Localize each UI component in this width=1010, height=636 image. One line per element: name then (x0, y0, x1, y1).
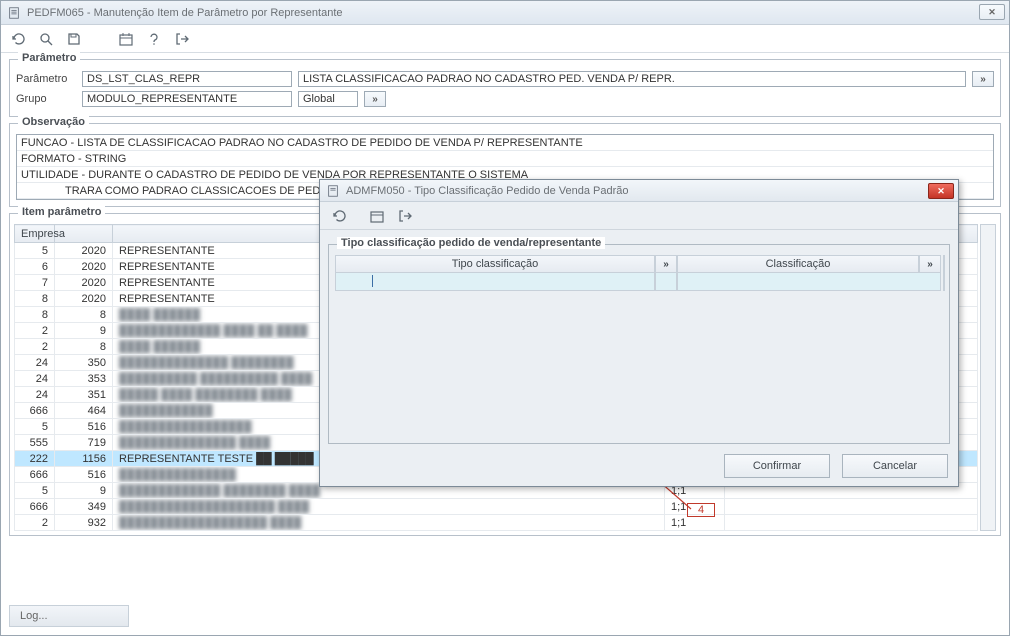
dialog-title: ADMFM050 - Tipo Classificação Pedido de … (346, 185, 629, 197)
grupo-desc-field: Global (298, 91, 358, 107)
parametro-field[interactable]: DS_LST_CLAS_REPR (82, 71, 292, 87)
table-cell: 6 (15, 259, 55, 275)
parametro-group: Parâmetro Parâmetro DS_LST_CLAS_REPR LIS… (9, 59, 1001, 117)
table-cell: 932 (55, 515, 113, 531)
table-cell: 5 (15, 419, 55, 435)
exit-icon[interactable] (396, 207, 414, 225)
main-window: PEDFM065 - Manutenção Item de Parâmetro … (0, 0, 1010, 636)
table-cell: 8 (15, 307, 55, 323)
main-title-bar: PEDFM065 - Manutenção Item de Parâmetro … (1, 1, 1009, 25)
log-button[interactable]: Log... (9, 605, 129, 627)
table-cell (725, 499, 978, 515)
table-cell: 2 (15, 323, 55, 339)
table-cell: 8 (55, 307, 113, 323)
table-cell: 24 (15, 355, 55, 371)
table-cell: 7 (15, 275, 55, 291)
dialog-header-tipo[interactable]: Tipo classificação (335, 255, 655, 273)
close-x-icon: ✕ (988, 7, 996, 18)
table-cell: 464 (55, 403, 113, 419)
dialog-title-bar: ADMFM050 - Tipo Classificação Pedido de … (320, 180, 958, 202)
cancel-button[interactable]: Cancelar (842, 454, 948, 478)
parametro-expand-button[interactable]: » (972, 71, 994, 87)
table-cell: 2020 (55, 275, 113, 291)
table-cell: 351 (55, 387, 113, 403)
search-icon[interactable] (37, 30, 55, 48)
table-cell: 9 (55, 323, 113, 339)
table-cell: 222 (15, 451, 55, 467)
table-cell: 349 (55, 499, 113, 515)
table-cell: 719 (55, 435, 113, 451)
table-cell: 555 (15, 435, 55, 451)
undo-icon[interactable] (9, 30, 27, 48)
table-row[interactable]: 2932███████████████████ ████1;1 (15, 515, 978, 531)
dialog-cell-tipo[interactable] (335, 273, 655, 291)
table-cell: 5 (15, 243, 55, 259)
main-toolbar (1, 25, 1009, 53)
table-cell: 1;1 (665, 499, 725, 515)
undo-icon[interactable] (330, 207, 348, 225)
table-cell: 1;1 (665, 515, 725, 531)
table-cell: 2020 (55, 291, 113, 307)
grid-scrollbar[interactable] (980, 224, 996, 531)
table-cell: 8 (55, 339, 113, 355)
dialog-doc-icon (326, 184, 340, 198)
table-cell: 350 (55, 355, 113, 371)
dialog-cell-expgap (655, 273, 677, 291)
grid-header-empresa: Empresa (15, 225, 55, 243)
table-cell: 24 (15, 387, 55, 403)
table-cell: ████████████████████ ████ (113, 499, 665, 515)
dialog-header-expand-2[interactable]: » (919, 255, 941, 273)
grupo-label: Grupo (16, 93, 76, 105)
window-doc-icon (7, 6, 21, 20)
table-cell: 2020 (55, 259, 113, 275)
dialog-close-button[interactable]: ✕ (928, 183, 954, 199)
parametro-desc-field: LISTA CLASSIFICACAO PADRAO NO CADASTRO P… (298, 71, 966, 87)
table-cell: 516 (55, 467, 113, 483)
table-cell: 5 (15, 483, 55, 499)
table-cell: 2 (15, 339, 55, 355)
confirm-button[interactable]: Confirmar (724, 454, 830, 478)
obs-line: FORMATO - STRING (17, 151, 993, 167)
table-cell: ███████████████████ ████ (113, 515, 665, 531)
table-cell: 666 (15, 499, 55, 515)
table-cell: 516 (55, 419, 113, 435)
table-cell: 2020 (55, 243, 113, 259)
table-cell: 9 (55, 483, 113, 499)
calendar-icon[interactable] (117, 30, 135, 48)
parametro-legend: Parâmetro (18, 52, 80, 64)
table-cell: 666 (15, 467, 55, 483)
grupo-expand-button[interactable]: » (364, 91, 386, 107)
calendar-icon[interactable] (368, 207, 386, 225)
save-icon[interactable] (65, 30, 83, 48)
close-x-icon: ✕ (937, 186, 945, 197)
dialog-header-class[interactable]: Classificação (677, 255, 919, 273)
table-cell: 24 (15, 371, 55, 387)
table-cell: 2 (15, 515, 55, 531)
table-cell (725, 515, 978, 531)
dialog-toolbar (320, 202, 958, 230)
observacao-legend: Observação (18, 116, 89, 128)
parametro-label: Parâmetro (16, 73, 76, 85)
dialog-cell-class[interactable] (677, 273, 941, 291)
dialog-header-expand-1[interactable]: » (655, 255, 677, 273)
dialog-window: ADMFM050 - Tipo Classificação Pedido de … (319, 179, 959, 487)
item-parametro-legend: Item parâmetro (18, 206, 105, 218)
dialog-group: Tipo classificação pedido de venda/repre… (328, 244, 950, 444)
obs-line: FUNCAO - LISTA DE CLASSIFICACAO PADRAO N… (17, 135, 993, 151)
table-cell: 666 (15, 403, 55, 419)
table-cell: 353 (55, 371, 113, 387)
dialog-scrollbar[interactable] (943, 255, 945, 291)
table-cell: 1156 (55, 451, 113, 467)
main-close-button[interactable]: ✕ (979, 4, 1005, 20)
dialog-legend: Tipo classificação pedido de venda/repre… (337, 237, 605, 249)
help-icon[interactable] (145, 30, 163, 48)
table-cell: 8 (15, 291, 55, 307)
exit-icon[interactable] (173, 30, 191, 48)
window-title: PEDFM065 - Manutenção Item de Parâmetro … (27, 7, 343, 19)
table-row[interactable]: 666349████████████████████ ████1;1 (15, 499, 978, 515)
grupo-field[interactable]: MODULO_REPRESENTANTE (82, 91, 292, 107)
